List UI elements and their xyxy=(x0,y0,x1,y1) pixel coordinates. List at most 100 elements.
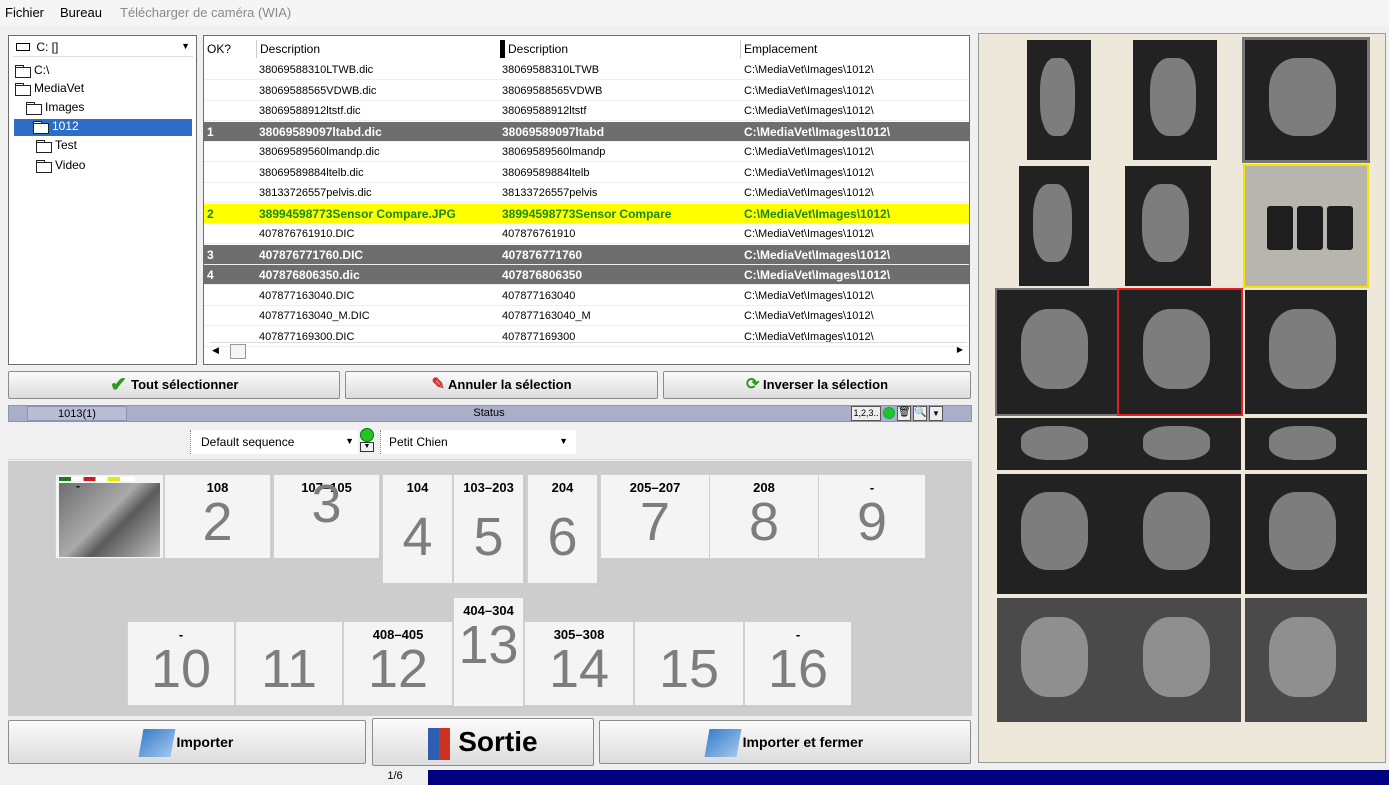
xray-thumbnail[interactable] xyxy=(1125,166,1211,286)
tooth-card[interactable]: 305–308 14 xyxy=(524,621,634,706)
tree-item-test[interactable]: Test xyxy=(33,138,77,155)
table-row[interactable]: 38069588565VDWB.dic 38069588565VDWB C:\Med… xyxy=(204,81,969,101)
xray-thumbnail[interactable] xyxy=(1133,40,1217,160)
xray-thumbnail[interactable] xyxy=(1245,598,1367,722)
tooth-card[interactable]: -9 xyxy=(818,474,926,559)
table-row[interactable]: 38069588912ltstf.dic 38069588912ltstf C:\M… xyxy=(204,101,969,121)
menu-camera[interactable]: Télécharger de caméra (WIA) xyxy=(120,5,291,20)
tooth-card[interactable]: 208 8 xyxy=(709,474,819,559)
sequence-dropdown[interactable]: Default sequence ▼ xyxy=(190,430,358,454)
column-description[interactable]: Description xyxy=(256,40,493,58)
xray-thumbnail[interactable] xyxy=(1242,37,1370,163)
xray-shape xyxy=(1143,492,1211,570)
tooth-card[interactable]: -16 xyxy=(744,621,852,706)
drive-selector[interactable]: C: [] ▼ xyxy=(13,40,193,57)
tooth-number: 16 xyxy=(767,639,829,699)
table-row[interactable]: 407877163040_M.DIC 407877163040_M C:\Media… xyxy=(204,306,969,326)
sequence-toggle-icon[interactable]: ▼ xyxy=(360,428,376,454)
column-description-2[interactable]: Description xyxy=(500,40,740,58)
zoom-icon[interactable]: 🔍 xyxy=(913,406,927,421)
xray-thumbnail[interactable] xyxy=(1245,474,1367,594)
xray-thumbnail[interactable] xyxy=(1119,474,1241,594)
menu-fichier[interactable]: Fichier xyxy=(5,5,44,20)
xray-thumbnail[interactable] xyxy=(1119,418,1241,470)
thumbnail-panel xyxy=(978,33,1386,763)
scroll-thumb[interactable] xyxy=(230,344,246,359)
table-cell-name: 38069589560lmandp xyxy=(502,146,606,158)
exit-door-icon xyxy=(428,727,451,760)
tooth-card[interactable]: 205–207 7 xyxy=(600,474,710,559)
trash-icon[interactable]: 🗑 xyxy=(897,406,911,421)
tooth-card[interactable]: 108 2 xyxy=(164,474,271,559)
folder-icon xyxy=(35,139,52,153)
xray-thumbnail[interactable] xyxy=(997,474,1119,594)
xray-thumbnail[interactable] xyxy=(997,598,1119,722)
tree-item-images[interactable]: Images xyxy=(23,100,84,117)
tooth-card[interactable]: 103–203 5 xyxy=(453,474,524,584)
tree-item-1012[interactable]: 1012 xyxy=(14,119,192,136)
table-row[interactable]: 38069588310LTWB.dic 38069588310LTWB C:\Med… xyxy=(204,60,969,80)
tooth-card[interactable]: -10 xyxy=(127,621,235,706)
table-row[interactable]: 407877163040.DIC 407877163040 C:\MediaVet\… xyxy=(204,286,969,306)
tree-item-mediavet[interactable]: MediaVet xyxy=(12,81,84,98)
table-row[interactable]: 2 38994598773Sensor Compare.JPG 3899459877… xyxy=(204,203,969,224)
tooth-card[interactable]: 104 4 xyxy=(382,474,453,584)
xray-thumbnail[interactable] xyxy=(1245,290,1367,414)
table-row[interactable]: 38133726557pelvis.dic 38133726557pelvis C:… xyxy=(204,183,969,203)
tooth-card[interactable]: 11 xyxy=(235,621,343,706)
table-row[interactable]: 38069589884ltelb.dic 38069589884ltelb C:\M… xyxy=(204,163,969,183)
tooth-card[interactable]: 408–405 12 xyxy=(343,621,453,706)
tooth-label: 104 xyxy=(406,480,429,495)
table-row[interactable]: 1 38069589097ltabd.dic 38069589097ltabd C:\… xyxy=(204,121,969,142)
import-icon xyxy=(138,729,176,758)
xray-shape xyxy=(1021,616,1089,698)
sensor-shape xyxy=(1327,206,1353,250)
folder-tree: C: [] ▼ C:\ MediaVet Images 1012 Test Vi… xyxy=(8,35,197,365)
tooth-card[interactable]: 204 6 xyxy=(527,474,598,584)
card-1[interactable]: - xyxy=(55,474,164,559)
species-dropdown[interactable]: Petit Chien ▼ xyxy=(380,430,576,454)
sequence-number-button[interactable]: 1,2,3.. xyxy=(851,406,881,421)
tree-item-video[interactable]: Video xyxy=(33,158,85,175)
table-row[interactable]: 4 407876806350.dic 407876806350 C:\MediaVet… xyxy=(204,265,969,285)
tree-item-root[interactable]: C:\ xyxy=(12,63,49,80)
status-green-icon[interactable] xyxy=(883,407,895,419)
refresh-icon: ⟳ xyxy=(745,376,760,393)
table-row[interactable]: 38069589560lmandp.dic 38069589560lmandp C:… xyxy=(204,142,969,162)
import-button[interactable]: Importer xyxy=(8,720,366,764)
column-location[interactable]: Emplacement xyxy=(740,40,969,58)
invert-selection-button[interactable]: ⟳ Inverser la sélection xyxy=(663,371,971,399)
table-cell-desc: 38133726557pelvis.dic xyxy=(259,187,372,199)
xray-thumbnail[interactable] xyxy=(995,288,1121,416)
import-close-button[interactable]: Importer et fermer xyxy=(599,720,971,764)
xray-thumbnail[interactable] xyxy=(1243,164,1369,288)
scroll-left-icon[interactable]: ◀ xyxy=(212,345,219,356)
xray-thumbnail[interactable] xyxy=(997,418,1119,470)
table-row[interactable]: 407876761910.DIC 407876761910 C:\MediaVet\… xyxy=(204,224,969,244)
xray-thumbnail[interactable] xyxy=(1119,598,1241,722)
table-cell-name: 38133726557pelvis xyxy=(502,187,598,199)
chevron-down-icon[interactable]: ▼ xyxy=(929,406,943,421)
cancel-selection-button[interactable]: ✎ Annuler la sélection xyxy=(345,371,658,399)
column-ok[interactable]: OK? xyxy=(204,40,256,58)
tooth-card[interactable]: 15 xyxy=(634,621,744,706)
menu-bureau[interactable]: Bureau xyxy=(60,5,102,20)
table-row[interactable]: 3 407876771760.DIC 407876771760 C:\MediaVet… xyxy=(204,244,969,265)
table-cell-loc: C:\MediaVet\Images\1012\ xyxy=(744,268,891,282)
tooth-card[interactable]: 107–105 3 xyxy=(273,474,380,559)
xray-thumbnail[interactable] xyxy=(1027,40,1091,160)
xray-thumbnail[interactable] xyxy=(1117,288,1243,416)
tooth-number: 14 xyxy=(548,639,610,699)
chevron-down-icon[interactable]: ▼ xyxy=(181,41,190,51)
tooth-number: 7 xyxy=(639,492,671,552)
scroll-right-icon[interactable]: ▶ xyxy=(957,345,963,354)
xray-thumbnail[interactable] xyxy=(1019,166,1089,286)
table-cell-name: 407876806350 xyxy=(502,268,583,282)
chevron-down-icon: ▼ xyxy=(559,436,568,446)
tooth-card[interactable]: 404–304 13 xyxy=(453,597,524,707)
horizontal-scrollbar[interactable]: ◀ ▶ xyxy=(210,342,967,360)
xray-thumbnail[interactable] xyxy=(1245,418,1367,470)
exit-button[interactable]: Sortie xyxy=(372,718,594,766)
select-all-button[interactable]: ✔ Tout sélectionner xyxy=(8,371,340,399)
table-cell-desc: 38069588565VDWB.dic xyxy=(259,84,377,97)
